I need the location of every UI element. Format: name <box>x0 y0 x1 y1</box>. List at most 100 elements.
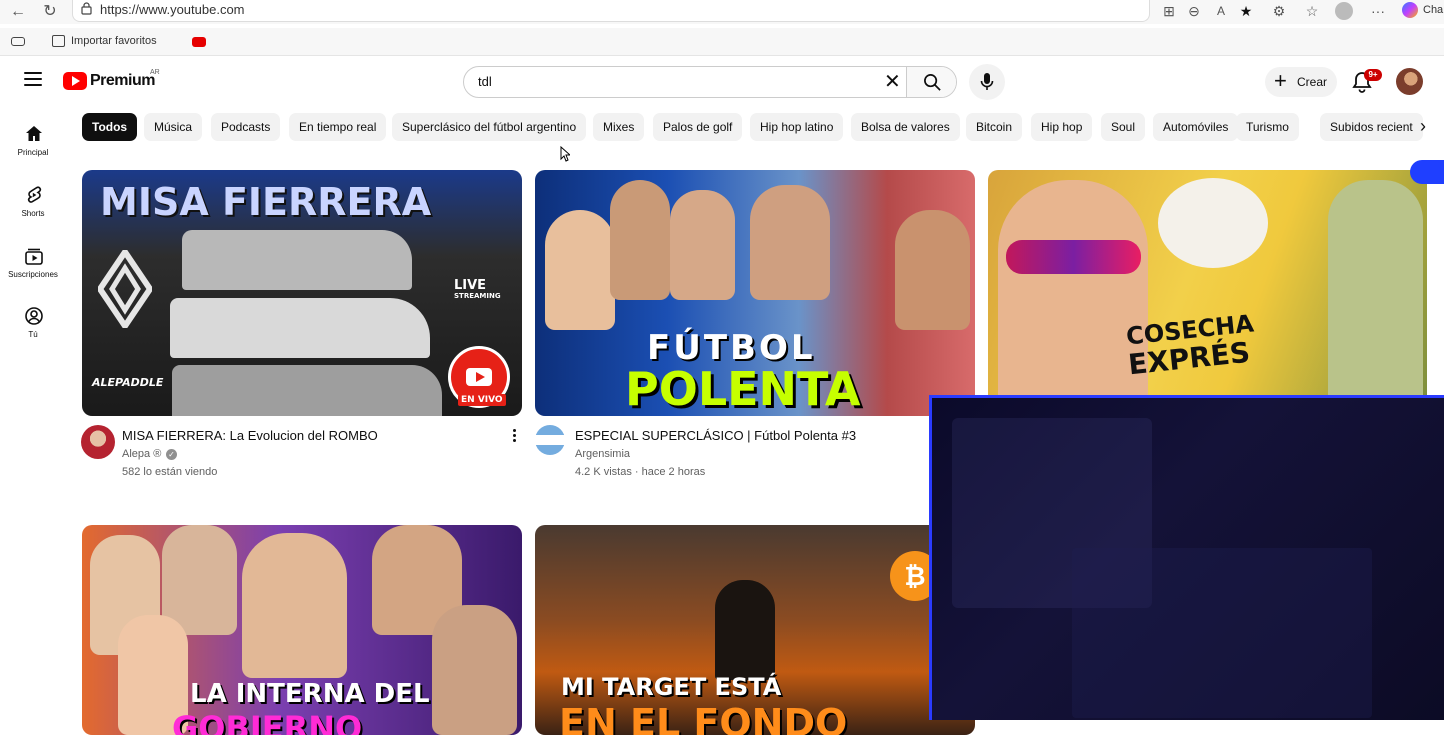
address-bar[interactable]: https://www.youtube.com <box>72 0 1150 22</box>
user-avatar[interactable] <box>1396 68 1423 95</box>
menu-icon[interactable] <box>24 72 42 86</box>
video-title[interactable]: ESPECIAL SUPERCLÁSICO | Fútbol Polenta #… <box>575 428 856 443</box>
chip-subidos-recientemente[interactable]: Subidos recient <box>1320 113 1423 141</box>
person-image <box>432 605 517 735</box>
search-icon <box>924 74 941 91</box>
app-grid-icon[interactable]: ⊞ <box>1160 2 1178 20</box>
video-thumbnail[interactable]: FÚTBOL POLENTA <box>535 170 975 416</box>
shorts-icon <box>27 186 42 203</box>
bookmarks-bar: Importar favoritos <box>0 28 1444 56</box>
chip-bolsa-de-valores[interactable]: Bolsa de valores <box>851 113 960 141</box>
video-thumbnail[interactable]: MISA FIERRERA LIVE STREAMING EN VIVO ALE… <box>82 170 522 416</box>
mic-icon <box>980 73 994 90</box>
sidebar-item-label: Principal <box>17 148 49 157</box>
chip-superclasico[interactable]: Superclásico del fútbol argentino <box>392 113 587 141</box>
sidebar-item-shorts[interactable]: Shorts <box>0 181 66 237</box>
plant-image <box>1328 180 1423 416</box>
chip-podcasts[interactable]: Podcasts <box>211 113 281 141</box>
person-image <box>610 180 670 300</box>
car-image <box>172 365 442 416</box>
search-bar: tdl ✕ <box>463 66 957 98</box>
thumbnail-title-text: LA INTERNA DEL <box>190 679 430 709</box>
person-image <box>242 533 347 678</box>
video-stats: 582 lo están viendo <box>122 466 218 478</box>
search-input[interactable]: tdl <box>478 74 492 89</box>
collections-icon[interactable] <box>11 37 25 46</box>
video-stats: 4.2 K vistas · hace 2 horas <box>575 466 706 478</box>
live-streaming-badge: LIVE STREAMING <box>432 278 522 306</box>
logo-text[interactable]: Premium <box>90 72 155 90</box>
person-image <box>670 190 735 300</box>
thumbnail-subtitle-text: GOBIERNO <box>172 709 363 735</box>
notification-badge: 9+ <box>1364 69 1382 81</box>
video-thumbnail[interactable]: LA INTERNA DEL GOBIERNO <box>82 525 522 735</box>
extensions-icon[interactable]: ⚙ <box>1270 2 1288 20</box>
person-image <box>998 180 1148 416</box>
voice-search-button[interactable] <box>969 64 1005 100</box>
more-icon[interactable]: ··· <box>1369 2 1387 20</box>
reload-icon[interactable]: ↻ <box>40 2 60 22</box>
youtube-bookmark-icon[interactable] <box>192 37 206 47</box>
sidebar-item-tu[interactable]: Tú <box>0 302 66 358</box>
youtube-logo-icon[interactable] <box>63 72 87 90</box>
webcam-overlay <box>929 395 1444 720</box>
person-image <box>895 210 970 330</box>
create-button[interactable]: + Crear <box>1265 67 1337 97</box>
chip-bitcoin[interactable]: Bitcoin <box>966 113 1023 141</box>
chip-mixes[interactable]: Mixes <box>593 113 645 141</box>
lock-icon <box>81 2 92 15</box>
channel-avatar[interactable] <box>535 425 565 455</box>
renault-logo-icon <box>98 250 152 328</box>
chevron-right-icon[interactable]: › <box>1420 116 1426 137</box>
chip-todos[interactable]: Todos <box>82 113 138 141</box>
you-icon <box>25 307 43 325</box>
import-icon <box>52 35 65 47</box>
sidebar-item-principal[interactable]: Principal <box>0 120 66 176</box>
search-button[interactable] <box>906 67 956 97</box>
chip-en-tiempo-real[interactable]: En tiempo real <box>289 113 387 141</box>
person-image <box>715 580 775 680</box>
channel-avatar[interactable] <box>81 425 115 459</box>
sidebar-item-label: Shorts <box>21 209 45 218</box>
video-thumbnail[interactable]: COSECHA EXPRÉS <box>988 170 1427 416</box>
streaming-badge-text: STREAMING <box>454 292 501 300</box>
profile-icon[interactable] <box>1335 2 1353 20</box>
copilot-label[interactable]: Cha <box>1423 4 1443 16</box>
thumbnail-title-text: MI TARGET ESTÁ <box>561 673 782 701</box>
copilot-icon[interactable] <box>1402 2 1418 18</box>
live-now-badge: EN VIVO <box>458 394 506 406</box>
channel-watermark: ALEPADDLE <box>92 376 164 389</box>
overlay-shape <box>1072 548 1372 718</box>
favorite-star-icon[interactable]: ★ <box>1237 2 1255 20</box>
logo-region: AR <box>150 69 160 76</box>
plus-icon: + <box>1274 68 1287 93</box>
more-options-icon[interactable] <box>511 429 517 445</box>
chip-automoviles[interactable]: Automóviles <box>1153 113 1239 141</box>
chip-hip-hop-latino[interactable]: Hip hop latino <box>750 113 844 141</box>
chip-palos-de-golf[interactable]: Palos de golf <box>653 113 743 141</box>
person-image <box>545 210 615 330</box>
sidebar-item-label: Tú <box>28 330 38 339</box>
chip-hip-hop[interactable]: Hip hop <box>1031 113 1093 141</box>
live-badge-text: LIVE <box>454 278 487 293</box>
seeds-bowl-image <box>1158 178 1268 268</box>
chip-musica[interactable]: Música <box>144 113 203 141</box>
chip-turismo[interactable]: Turismo <box>1236 113 1299 141</box>
filter-chips: Todos Música Podcasts En tiempo real Sup… <box>82 113 1432 141</box>
thumbnail-subtitle-text: EN EL FONDO <box>559 701 848 735</box>
clear-search-icon[interactable]: ✕ <box>884 71 901 93</box>
channel-name[interactable]: Argensimia <box>575 448 630 460</box>
import-favorites-link[interactable]: Importar favoritos <box>71 35 157 47</box>
chip-soul[interactable]: Soul <box>1101 113 1146 141</box>
video-title[interactable]: MISA FIERRERA: La Evolucion del ROMBO <box>122 428 378 443</box>
home-icon <box>26 126 42 141</box>
sidebar-item-suscripciones[interactable]: Suscripciones <box>0 242 66 298</box>
channel-name[interactable]: Alepa ® <box>122 448 161 460</box>
read-aloud-icon[interactable]: A <box>1212 2 1230 20</box>
edge-accent <box>1410 160 1444 184</box>
zoom-icon[interactable]: ⊖ <box>1185 2 1203 20</box>
subscriptions-icon <box>25 248 43 265</box>
back-icon[interactable]: ← <box>8 2 28 22</box>
video-thumbnail[interactable]: ₿ MI TARGET ESTÁ EN EL FONDO <box>535 525 975 735</box>
favorites-icon[interactable]: ☆ <box>1303 2 1321 20</box>
